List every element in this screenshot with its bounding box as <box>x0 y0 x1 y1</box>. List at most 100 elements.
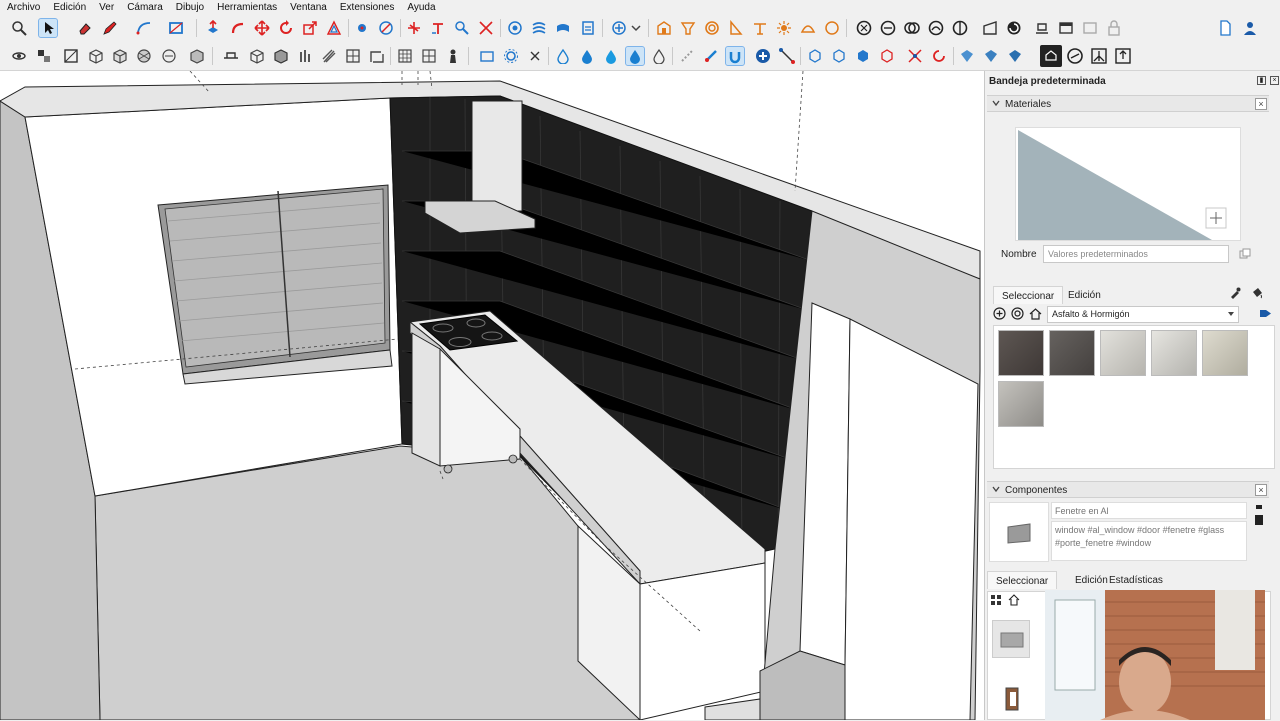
eyedropper-icon[interactable] <box>1229 287 1241 299</box>
material-swatch[interactable] <box>998 381 1044 427</box>
home-icon[interactable] <box>1029 307 1042 320</box>
components-panel-header[interactable]: Componentes × <box>987 481 1269 498</box>
styles-icon[interactable] <box>35 47 53 65</box>
zoom-extents-icon[interactable] <box>579 19 597 37</box>
entity-info-icon[interactable] <box>396 47 414 65</box>
materials-panel-header[interactable]: Materiales × <box>987 95 1269 112</box>
3d-viewport[interactable] <box>0 71 984 720</box>
tools-icon[interactable] <box>1066 47 1084 65</box>
push-pull-icon[interactable] <box>204 19 222 37</box>
material-swatch[interactable] <box>998 330 1044 376</box>
component-name-field[interactable] <box>1051 502 1247 519</box>
folder-icon[interactable] <box>478 47 496 65</box>
water-drop-active-icon[interactable] <box>625 46 645 66</box>
fog-icon[interactable] <box>344 47 362 65</box>
pencil-icon[interactable] <box>101 19 119 37</box>
axis-tool-icon[interactable] <box>1090 47 1108 65</box>
close-icon[interactable]: × <box>1255 98 1267 110</box>
solid-tools-icon[interactable] <box>627 19 645 37</box>
arc-icon[interactable] <box>135 19 153 37</box>
ocl-icon[interactable] <box>1040 45 1062 67</box>
tab-seleccionar[interactable]: Seleccionar <box>993 286 1064 304</box>
menu-extensiones[interactable]: Extensiones <box>333 0 400 15</box>
circle-icon[interactable] <box>823 19 841 37</box>
grid-1-icon[interactable] <box>958 47 976 65</box>
water-drop-outline-icon[interactable] <box>650 47 668 65</box>
section-plane-icon[interactable] <box>477 19 495 37</box>
component-thumbnail[interactable] <box>992 680 1030 718</box>
component-thumbnail[interactable] <box>992 620 1030 658</box>
menu-camara[interactable]: Cámara <box>120 0 169 15</box>
walk-icon[interactable] <box>655 19 673 37</box>
text-icon[interactable] <box>429 19 447 37</box>
move-icon[interactable] <box>253 19 271 37</box>
solid-subtract-icon[interactable] <box>879 19 897 37</box>
eraser-icon[interactable] <box>76 19 94 37</box>
scene-update-icon[interactable] <box>1057 19 1075 37</box>
solid-intersect-icon[interactable] <box>903 19 921 37</box>
components-icon[interactable] <box>248 47 266 65</box>
menu-herramientas[interactable]: Herramientas <box>210 0 283 15</box>
hidden-line-icon[interactable] <box>111 47 129 65</box>
menu-dibujo[interactable]: Dibujo <box>169 0 210 15</box>
material-name-field[interactable] <box>1043 245 1229 263</box>
menu-ventana[interactable]: Ventana <box>283 0 333 15</box>
dome-icon[interactable] <box>799 19 817 37</box>
materials-icon[interactable] <box>368 47 386 65</box>
water-drop-blue-icon[interactable] <box>602 47 620 65</box>
tab-components-estadisticas[interactable]: Estadísticas <box>1101 571 1171 589</box>
solid-union-icon[interactable] <box>855 19 873 37</box>
pin-icon[interactable]: ▮ <box>1257 76 1266 85</box>
views-icon[interactable] <box>10 47 28 65</box>
tape-measure-icon[interactable] <box>353 19 371 37</box>
groups-icon[interactable] <box>272 47 290 65</box>
water-drop-filled-icon[interactable] <box>578 47 596 65</box>
textured-icon[interactable] <box>160 47 178 65</box>
xray-icon[interactable] <box>62 47 80 65</box>
offset-icon[interactable] <box>325 19 343 37</box>
box-icon[interactable] <box>806 47 824 65</box>
position-camera-icon[interactable] <box>679 19 697 37</box>
zoom-window-icon[interactable] <box>554 19 572 37</box>
details-arrow-icon[interactable] <box>1259 307 1272 320</box>
view-options-icon[interactable] <box>990 594 1002 606</box>
tab-edicion[interactable]: Edición <box>1060 286 1109 304</box>
create-material-icon[interactable] <box>993 307 1006 320</box>
magnet-icon[interactable] <box>702 47 720 65</box>
collection-dropdown[interactable]: Asfalto & Hormigón <box>1047 306 1239 323</box>
grid-2-icon[interactable] <box>982 47 1000 65</box>
paint-bucket-icon[interactable] <box>727 19 745 37</box>
scene-add-icon[interactable] <box>1033 19 1051 37</box>
home-icon[interactable] <box>1008 594 1020 606</box>
box-red-icon[interactable] <box>878 47 896 65</box>
protractor-icon[interactable] <box>405 19 423 37</box>
sun-icon[interactable] <box>775 19 793 37</box>
zoom-icon[interactable] <box>10 19 28 37</box>
sample-paint-icon[interactable] <box>1011 307 1024 320</box>
duplicate-icon[interactable] <box>1239 248 1251 260</box>
export-icon[interactable] <box>1114 47 1132 65</box>
repeat-icon[interactable] <box>930 47 948 65</box>
new-file-icon[interactable] <box>1216 19 1234 37</box>
box-outline-icon[interactable] <box>830 47 848 65</box>
solid-split-icon[interactable] <box>951 19 969 37</box>
component-options-icon[interactable] <box>1253 503 1265 527</box>
pan-icon[interactable] <box>530 19 548 37</box>
scale-icon[interactable] <box>301 19 319 37</box>
section-display-icon[interactable] <box>222 47 240 65</box>
sandbox-icon[interactable] <box>610 19 628 37</box>
shadows-icon[interactable] <box>320 47 338 65</box>
water-drop-icon[interactable] <box>554 47 572 65</box>
close-tray-icon[interactable]: × <box>1270 76 1279 85</box>
add-icon[interactable] <box>754 47 772 65</box>
rotate-icon[interactable] <box>277 19 295 37</box>
shaded-icon[interactable] <box>135 47 153 65</box>
person-icon[interactable] <box>444 47 462 65</box>
follow-me-icon[interactable] <box>229 19 247 37</box>
menu-ver[interactable]: Ver <box>92 0 120 15</box>
tab-components-seleccionar[interactable]: Seleccionar <box>987 571 1058 589</box>
material-swatch[interactable] <box>1100 330 1146 376</box>
lock-icon[interactable] <box>1105 19 1123 37</box>
material-swatch[interactable] <box>1151 330 1197 376</box>
user-icon[interactable] <box>1241 19 1259 37</box>
